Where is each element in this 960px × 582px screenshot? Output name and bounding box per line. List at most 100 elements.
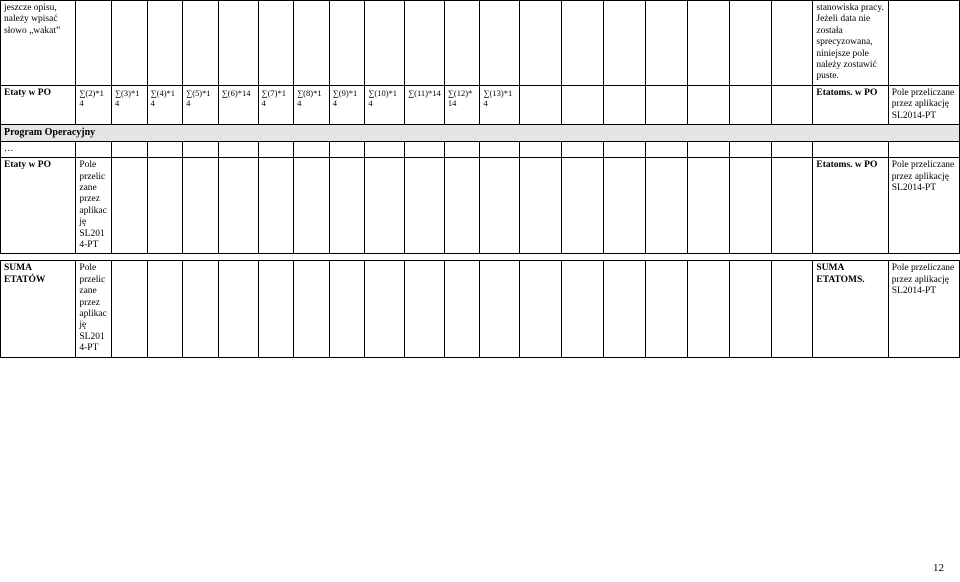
cell [183, 141, 219, 157]
cell: ∑(4)*14 [147, 85, 183, 124]
cell [183, 261, 219, 357]
page-number: 12 [933, 562, 944, 574]
cell: ∑(7)*14 [258, 85, 294, 124]
cell: Pole przeliczane przez aplikację SL2014-… [888, 85, 959, 124]
cell: Pole przeliczane przez aplikację SL2014-… [888, 158, 959, 254]
cell [771, 158, 813, 254]
cell [771, 261, 813, 357]
cell [813, 141, 888, 157]
cell [771, 85, 813, 124]
cell [645, 261, 687, 357]
cell [729, 158, 771, 254]
cell [111, 158, 147, 254]
cell: ∑(3)*14 [111, 85, 147, 124]
row-label: … [1, 141, 76, 157]
cell [405, 158, 445, 254]
cell [687, 261, 729, 357]
cell [365, 1, 405, 86]
table-row: Etaty w PO Pole przeliczane przez aplika… [1, 158, 960, 254]
cell [218, 158, 258, 254]
summary-table: SUMA ETATÓW Pole przeliczane przez aplik… [0, 260, 960, 357]
cell: ∑(12)*14 [444, 85, 480, 124]
cell [444, 158, 480, 254]
cell [645, 158, 687, 254]
cell [258, 261, 294, 357]
cell [76, 1, 112, 86]
cell [562, 1, 604, 86]
cell [329, 141, 365, 157]
cell [111, 141, 147, 157]
cell [294, 158, 330, 254]
cell [365, 261, 405, 357]
cell [111, 1, 147, 86]
cell: Etatoms. w PO [813, 158, 888, 254]
cell [405, 1, 445, 86]
cell [218, 141, 258, 157]
form-table: jeszcze opisu, należy wpisać słowo „waka… [0, 0, 960, 254]
cell: ∑(10)*14 [365, 85, 405, 124]
cell [604, 85, 646, 124]
cell [218, 261, 258, 357]
cell [645, 85, 687, 124]
cell [645, 141, 687, 157]
cell [729, 85, 771, 124]
cell: ∑(6)*14 [218, 85, 258, 124]
cell [520, 1, 562, 86]
cell: Pole przeliczane przez aplikację SL2014-… [76, 261, 112, 357]
cell [520, 261, 562, 357]
cell [183, 158, 219, 254]
cell: ∑(5)*14 [183, 85, 219, 124]
cell [562, 261, 604, 357]
cell [258, 141, 294, 157]
cell [729, 141, 771, 157]
table-row: jeszcze opisu, należy wpisać słowo „waka… [1, 1, 960, 86]
cell [888, 141, 959, 157]
cell [294, 261, 330, 357]
cell [480, 141, 520, 157]
cell: ∑(11)*14 [405, 85, 445, 124]
table-row: SUMA ETATÓW Pole przeliczane przez aplik… [1, 261, 960, 357]
row-label: Etaty w PO [1, 85, 76, 124]
cell [444, 141, 480, 157]
cell: ∑(2)*14 [76, 85, 112, 124]
table-row: … [1, 141, 960, 157]
cell: Pole przeliczane przez aplikację SL2014-… [888, 261, 959, 357]
cell [729, 261, 771, 357]
cell [604, 141, 646, 157]
cell [562, 85, 604, 124]
cell [729, 1, 771, 86]
section-title: Program Operacyjny [1, 124, 960, 141]
cell [258, 158, 294, 254]
cell [365, 141, 405, 157]
cell: Pole przeliczane przez aplikację SL2014-… [76, 158, 112, 254]
cell: Etatoms. w PO [813, 85, 888, 124]
cell [76, 141, 112, 157]
cell [888, 1, 959, 86]
cell [687, 1, 729, 86]
cell [480, 158, 520, 254]
cell [444, 261, 480, 357]
cell [480, 261, 520, 357]
cell: ∑(8)*14 [294, 85, 330, 124]
row-label: SUMA ETATÓW [1, 261, 76, 357]
cell [365, 158, 405, 254]
cell [687, 85, 729, 124]
cell [147, 141, 183, 157]
cell [294, 1, 330, 86]
cell [444, 1, 480, 86]
row-label: Etaty w PO [1, 158, 76, 254]
cell: SUMA ETATOMS. [813, 261, 888, 357]
cell [520, 85, 562, 124]
cell [604, 158, 646, 254]
cell [111, 261, 147, 357]
cell: ∑(13)*14 [480, 85, 520, 124]
cell [562, 141, 604, 157]
cell [329, 261, 365, 357]
cell: stanowiska pracy. Jeżeli data nie został… [813, 1, 888, 86]
cell [294, 141, 330, 157]
cell [771, 1, 813, 86]
cell [562, 158, 604, 254]
cell [258, 1, 294, 86]
cell [329, 158, 365, 254]
cell [520, 141, 562, 157]
